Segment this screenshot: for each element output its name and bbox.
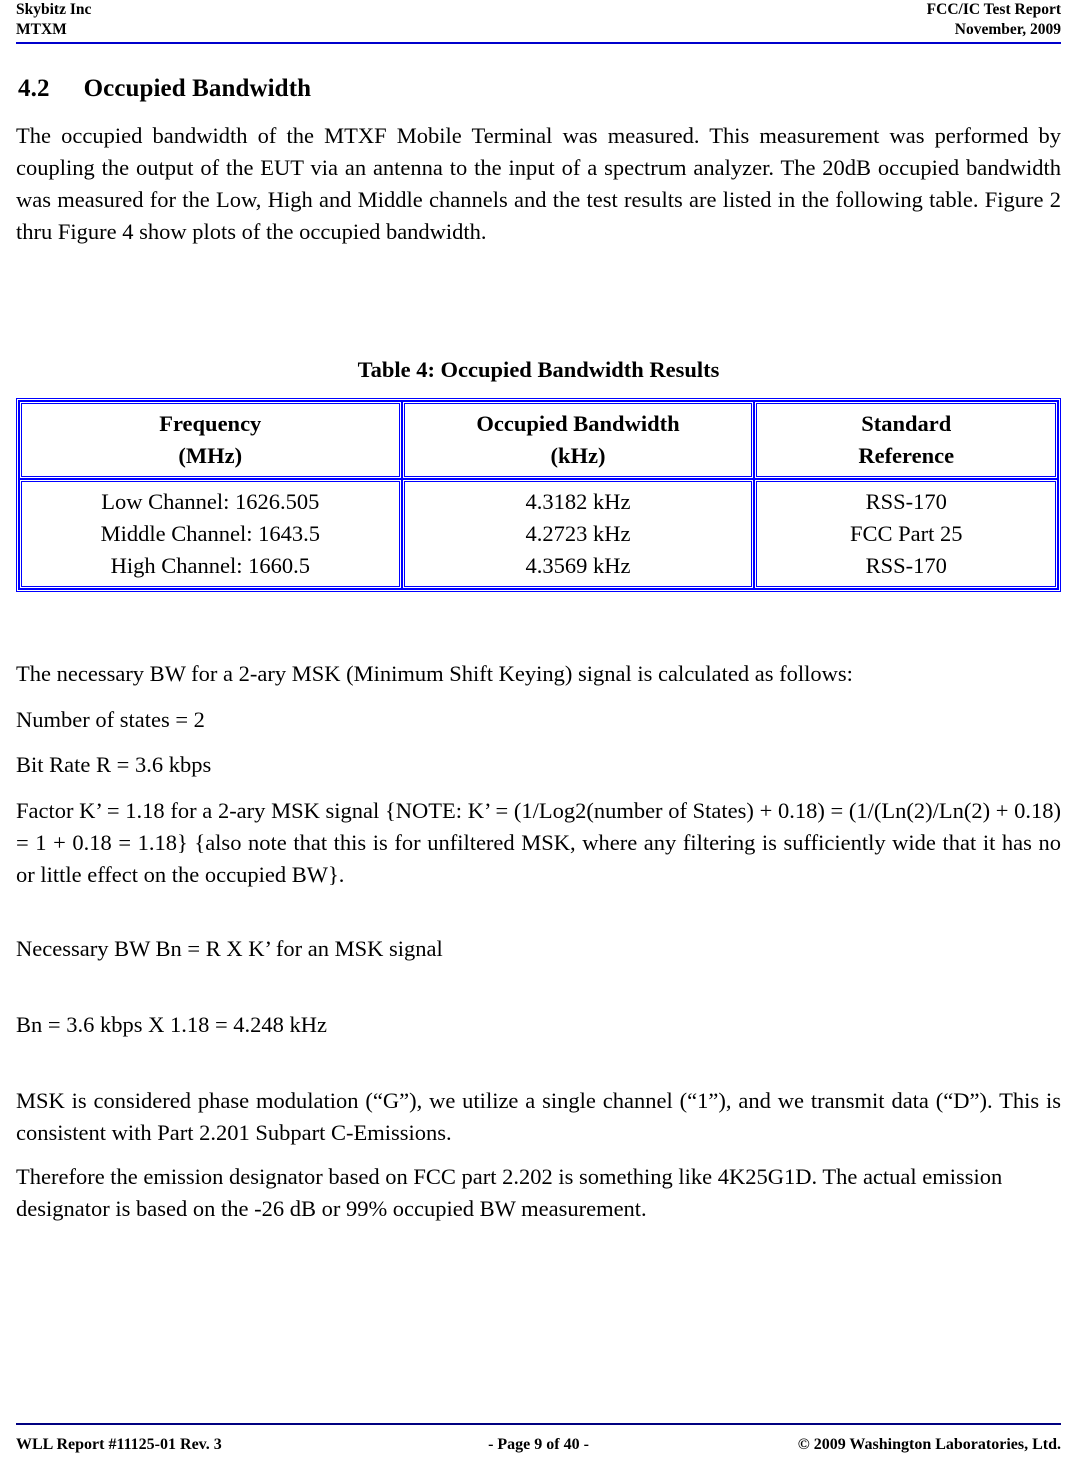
emission-designator-paragraph: Therefore the emission designator based …	[16, 1163, 1003, 1221]
section-number: 4.2	[18, 75, 50, 102]
document-page: Skybitz Inc MTXM FCC/IC Test Report Nove…	[0, 0, 1077, 1464]
table-body: Low Channel: 1626.505 Middle Channel: 16…	[19, 478, 1058, 589]
spacer-before-table	[16, 260, 1061, 356]
calc-bit-rate: Bit Rate R = 3.6 kbps	[16, 752, 212, 778]
header-company-name: Skybitz Inc	[16, 1, 92, 18]
footer-page-number: - Page 9 of 40 -	[488, 1436, 589, 1454]
table-header: Frequency (MHz) Occupied Bandwidth (kHz)…	[19, 400, 1058, 479]
frequency-middle-channel: Middle Channel: 1643.5	[100, 520, 320, 546]
table-cell-occupied-bandwidth: 4.3182 kHz 4.2723 kHz 4.3569 kHz	[401, 478, 755, 589]
msk-modulation-paragraph: MSK is considered phase modulation (“G”)…	[16, 1088, 1061, 1145]
header-right-block: FCC/IC Test Report November, 2009	[927, 0, 1061, 40]
section-heading: 4.2 Occupied Bandwidth	[18, 74, 1061, 104]
calc-number-of-states: Number of states = 2	[16, 706, 205, 732]
table-caption: Table 4: Occupied Bandwidth Results	[357, 356, 720, 382]
spacer-before-bn-result	[16, 979, 1061, 1009]
table-header-frequency: Frequency (MHz)	[19, 400, 402, 479]
obw-middle-channel: 4.2723 kHz	[525, 520, 631, 546]
page-header: Skybitz Inc MTXM FCC/IC Test Report Nove…	[16, 0, 1061, 44]
calc-necessary-bw: Necessary BW Bn = R X K’ for an MSK sign…	[16, 936, 443, 962]
spacer-after-table	[16, 592, 1061, 658]
table-header-standard-line1: Standard	[861, 410, 952, 436]
calc-bn-result: Bn = 3.6 kbps X 1.18 = 4.248 kHz	[16, 1012, 328, 1038]
occupied-bandwidth-table: Frequency (MHz) Occupied Bandwidth (kHz)…	[16, 397, 1061, 592]
page-content: 4.2 Occupied Bandwidth The occupied bandw…	[16, 74, 1061, 1237]
table-cell-frequency: Low Channel: 1626.505 Middle Channel: 16…	[19, 478, 402, 589]
spacer-before-necessary-bw	[16, 903, 1061, 933]
table-header-obw-line1: Occupied Bandwidth	[476, 410, 680, 436]
spacer-before-msk-paragraph	[16, 1055, 1061, 1085]
header-report-title: FCC/IC Test Report	[926, 1, 1061, 18]
table-header-standard-line2: Reference	[858, 442, 955, 468]
header-report-date: November, 2009	[954, 20, 1061, 38]
obw-high-channel: 4.3569 kHz	[525, 552, 631, 578]
table-header-standard-reference: Standard Reference	[754, 400, 1058, 479]
header-left-block: Skybitz Inc MTXM	[16, 0, 91, 40]
table-header-occupied-bandwidth: Occupied Bandwidth (kHz)	[401, 400, 755, 479]
header-product-name: MTXM	[16, 20, 67, 38]
page-footer: WLL Report #11125-01 Rev. 3 - Page 9 of …	[16, 1423, 1061, 1456]
obw-low-channel: 4.3182 kHz	[525, 488, 631, 514]
standard-high-channel: RSS-170	[865, 552, 947, 578]
frequency-high-channel: High Channel: 1660.5	[110, 552, 310, 578]
calc-factor-paragraph: Factor K’ = 1.18 for a 2-ary MSK signal …	[16, 798, 1061, 888]
section-title: Occupied Bandwidth	[83, 75, 312, 102]
table-header-frequency-line1: Frequency	[159, 410, 262, 436]
table-row: Low Channel: 1626.505 Middle Channel: 16…	[19, 478, 1058, 589]
table-cell-standard-reference: RSS-170 FCC Part 25 RSS-170	[754, 478, 1058, 589]
table-header-frequency-line2: (MHz)	[178, 442, 243, 468]
calc-intro-line: The necessary BW for a 2-ary MSK (Minimu…	[16, 660, 853, 686]
standard-low-channel: RSS-170	[865, 488, 947, 514]
footer-report-number: WLL Report #11125-01 Rev. 3	[16, 1436, 222, 1454]
frequency-low-channel: Low Channel: 1626.505	[101, 488, 320, 514]
standard-middle-channel: FCC Part 25	[849, 520, 963, 546]
footer-copyright: © 2009 Washington Laboratories, Ltd.	[797, 1436, 1061, 1454]
table-header-obw-line2: (kHz)	[550, 442, 606, 468]
table-header-row: Frequency (MHz) Occupied Bandwidth (kHz)…	[19, 400, 1058, 479]
section-intro-paragraph: The occupied bandwidth of the MTXF Mobil…	[16, 123, 1061, 244]
